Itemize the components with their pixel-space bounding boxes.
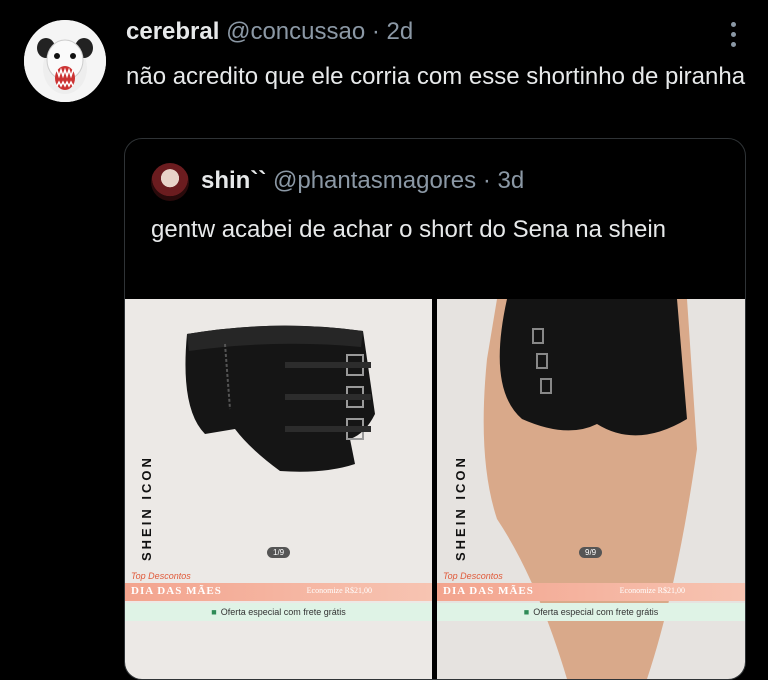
leather-shorts-product-icon bbox=[185, 325, 375, 472]
promo-banner: DIA DAS MÃES Economize R$21,00 bbox=[125, 583, 432, 601]
media-image-left[interactable]: SHEIN ICON 1/9 Top Descontos DIA DAS MÃE… bbox=[125, 299, 432, 679]
quoted-display-name: shin`` bbox=[201, 167, 267, 194]
quoted-handle: @phantasmagores bbox=[273, 167, 477, 194]
promo-title: DIA DAS MÃES bbox=[131, 585, 222, 597]
avatar[interactable] bbox=[24, 20, 106, 102]
truck-icon: ■ bbox=[523, 607, 530, 617]
display-name[interactable]: cerebral bbox=[126, 18, 219, 45]
page-indicator: 1/9 bbox=[267, 547, 291, 558]
quoted-avatar[interactable] bbox=[151, 163, 189, 201]
quoted-text: gentw acabei de achar o short do Sena na… bbox=[151, 216, 667, 243]
promo-title: DIA DAS MÃES bbox=[443, 585, 534, 597]
brand-logo: SHEIN ICON bbox=[453, 455, 468, 561]
offer-banner: ■ Oferta especial com frete grátis bbox=[437, 603, 745, 621]
promo-savings: Economize R$21,00 bbox=[306, 586, 372, 595]
quoted-header: shin`` @phantasmagores · 3d bbox=[201, 167, 524, 195]
quoted-timestamp: 3d bbox=[497, 167, 525, 194]
model-wearing-shorts-icon bbox=[483, 299, 697, 679]
offer-text: Oferta especial com frete grátis bbox=[533, 607, 659, 617]
offer-banner: ■ Oferta especial com frete grátis bbox=[125, 603, 432, 621]
timestamp[interactable]: 2d bbox=[387, 18, 414, 45]
quoted-separator: · bbox=[476, 167, 498, 194]
offer-text: Oferta especial com frete grátis bbox=[220, 607, 346, 617]
truck-icon: ■ bbox=[211, 607, 217, 617]
page-indicator: 9/9 bbox=[579, 547, 603, 558]
more-options-icon[interactable] bbox=[728, 22, 738, 52]
promo-label: Top Descontos bbox=[443, 571, 503, 581]
quoted-tweet[interactable]: shin`` @phantasmagores · 3d gentw acabei… bbox=[124, 138, 746, 680]
tweet-header: cerebral @concussao · 2d bbox=[126, 18, 413, 46]
brand-logo: SHEIN ICON bbox=[139, 455, 154, 561]
opossum-avatar-icon bbox=[24, 20, 106, 102]
promo-label: Top Descontos bbox=[131, 571, 191, 581]
separator: · bbox=[365, 18, 387, 45]
handle[interactable]: @concussao bbox=[226, 18, 365, 45]
tweet-text: não acredito que ele corria com esse sho… bbox=[126, 63, 746, 90]
media-image-right[interactable]: SHEIN ICON 9/9 Top Descontos DIA DAS MÃE… bbox=[437, 299, 745, 679]
promo-banner: DIA DAS MÃES Economize R$21,00 bbox=[437, 583, 745, 601]
promo-savings: Economize R$21,00 bbox=[619, 586, 685, 595]
